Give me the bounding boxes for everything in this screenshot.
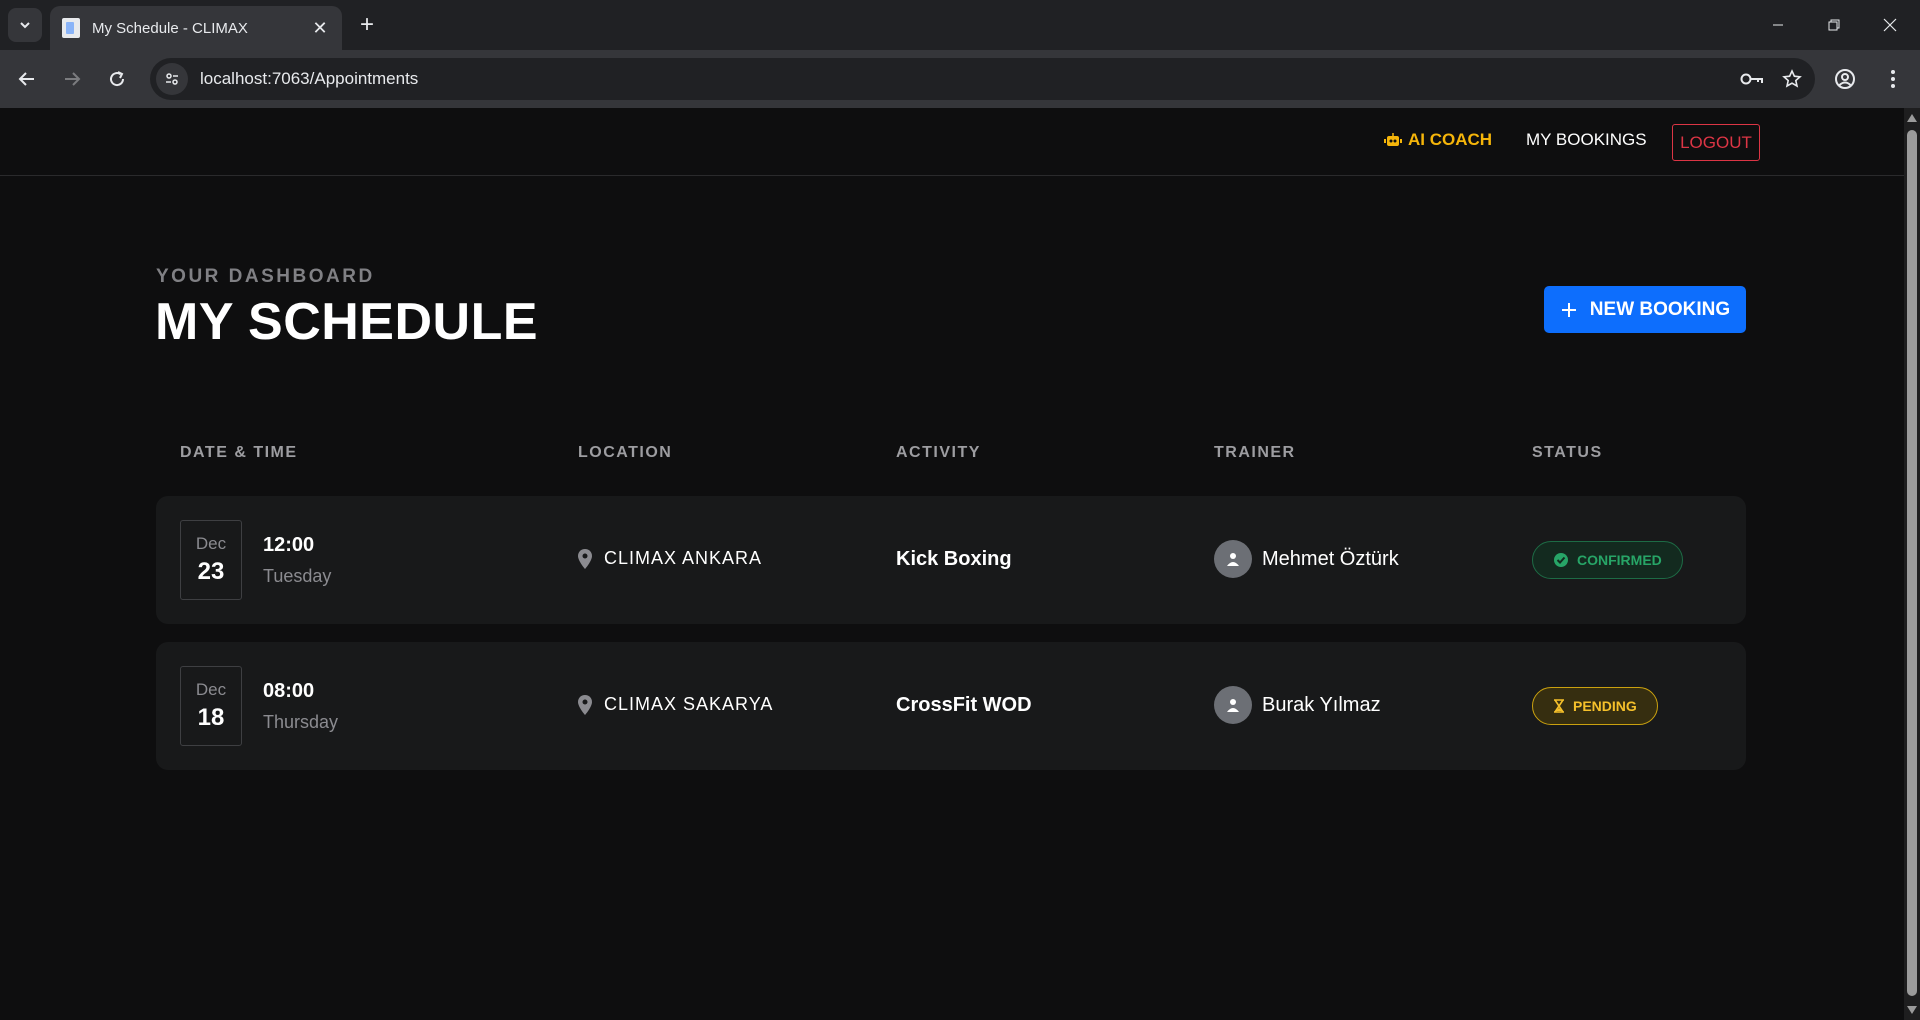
address-bar[interactable]: localhost:7063/Appointments xyxy=(150,58,1815,100)
nav-my-bookings[interactable]: MY BOOKINGS xyxy=(1526,130,1647,150)
more-vert-icon xyxy=(1891,70,1895,88)
status-label: CONFIRMED xyxy=(1577,552,1662,568)
hourglass-icon xyxy=(1554,699,1564,713)
forward-button[interactable] xyxy=(55,62,89,96)
favicon-icon xyxy=(62,18,80,38)
browser-tab-active[interactable]: My Schedule - CLIMAX ✕ xyxy=(50,6,342,50)
status-label: PENDING xyxy=(1573,698,1637,714)
appointment-activity: Kick Boxing xyxy=(896,548,1012,570)
appointment-location: CLIMAX ANKARA xyxy=(578,548,762,569)
logout-button[interactable]: LOGOUT xyxy=(1672,124,1760,161)
trainer-avatar xyxy=(1214,686,1252,724)
star-icon xyxy=(1782,69,1802,88)
page-title: MY SCHEDULE xyxy=(155,293,539,351)
trainer-name: Mehmet Öztürk xyxy=(1262,547,1399,570)
appointment-row[interactable]: Dec 18 08:00 Thursday CLIMAX SAKARYA Cro… xyxy=(156,642,1746,770)
restore-icon xyxy=(1828,19,1840,31)
location-label: CLIMAX SAKARYA xyxy=(604,694,774,714)
back-button[interactable] xyxy=(10,62,44,96)
site-info-button[interactable] xyxy=(156,63,188,95)
map-pin-icon xyxy=(578,694,592,715)
appointment-location: CLIMAX SAKARYA xyxy=(578,694,773,715)
close-window-button[interactable] xyxy=(1862,0,1918,50)
arrow-left-icon xyxy=(18,72,34,86)
close-icon xyxy=(1883,18,1897,32)
minimize-icon xyxy=(1773,24,1783,26)
nav-ai-coach-label: AI COACH xyxy=(1408,130,1493,149)
column-header-trainer: TRAINER xyxy=(1214,444,1296,461)
appointment-weekday: Tuesday xyxy=(263,566,332,586)
new-tab-button[interactable]: + xyxy=(352,10,382,40)
column-header-date: DATE & TIME xyxy=(180,444,298,461)
browser-menu-button[interactable] xyxy=(1876,62,1910,96)
trainer-name: Burak Yılmaz xyxy=(1262,693,1381,716)
url-text[interactable]: localhost:7063/Appointments xyxy=(200,69,1735,89)
scroll-down-arrow[interactable] xyxy=(1907,1006,1917,1014)
password-key-button[interactable] xyxy=(1735,62,1769,96)
minimize-button[interactable] xyxy=(1750,0,1806,50)
date-badge: Dec 18 xyxy=(180,666,242,746)
browser-tabstrip: My Schedule - CLIMAX ✕ + xyxy=(0,0,1920,50)
new-booking-label: NEW BOOKING xyxy=(1589,298,1731,320)
map-pin-icon xyxy=(578,548,592,569)
site-navbar: AI COACH MY BOOKINGS LOGOUT xyxy=(0,108,1904,176)
robot-icon xyxy=(1384,133,1402,146)
column-header-location: LOCATION xyxy=(578,444,673,461)
nav-ai-coach[interactable]: AI COACH xyxy=(1384,130,1492,150)
status-badge: CONFIRMED xyxy=(1532,541,1683,579)
trainer-avatar xyxy=(1214,540,1252,578)
user-icon xyxy=(1227,553,1239,566)
user-icon xyxy=(1227,699,1239,712)
browser-toolbar: localhost:7063/Appointments xyxy=(0,50,1920,108)
scroll-thumb[interactable] xyxy=(1907,130,1917,996)
bookmark-button[interactable] xyxy=(1775,62,1809,96)
key-icon xyxy=(1740,73,1763,85)
column-header-status: STATUS xyxy=(1532,444,1603,461)
appointment-trainer: Mehmet Öztürk xyxy=(1214,540,1399,578)
appointment-trainer: Burak Yılmaz xyxy=(1214,686,1381,724)
date-month: Dec xyxy=(195,534,227,553)
reload-icon xyxy=(110,71,125,87)
date-day: 23 xyxy=(197,558,225,585)
new-booking-button[interactable]: NEW BOOKING xyxy=(1544,286,1746,333)
appointment-weekday: Thursday xyxy=(263,712,339,732)
restore-button[interactable] xyxy=(1806,0,1862,50)
reload-button[interactable] xyxy=(100,62,134,96)
date-day: 18 xyxy=(197,704,225,731)
appointment-row[interactable]: Dec 23 12:00 Tuesday CLIMAX ANKARA Kick … xyxy=(156,496,1746,624)
location-label: CLIMAX ANKARA xyxy=(604,548,763,568)
check-circle-icon xyxy=(1554,553,1568,567)
account-circle-icon xyxy=(1835,69,1855,89)
column-header-activity: ACTIVITY xyxy=(896,444,981,461)
status-badge: PENDING xyxy=(1532,687,1658,725)
tab-title: My Schedule - CLIMAX xyxy=(92,19,248,37)
page-eyebrow: YOUR DASHBOARD xyxy=(156,266,375,287)
tab-close-icon[interactable]: ✕ xyxy=(310,18,330,38)
appointment-activity: CrossFit WOD xyxy=(896,694,1032,716)
chevron-down-icon xyxy=(20,22,30,29)
date-badge: Dec 23 xyxy=(180,520,242,600)
arrow-right-icon xyxy=(65,72,81,86)
profile-button[interactable] xyxy=(1828,62,1862,96)
plus-icon xyxy=(1561,302,1576,317)
page-content: AI COACH MY BOOKINGS LOGOUT YOUR DASHBOA… xyxy=(0,108,1904,1020)
appointment-time: 12:00 xyxy=(263,534,315,556)
scroll-up-arrow[interactable] xyxy=(1907,114,1917,122)
tab-search-button[interactable] xyxy=(8,8,42,42)
page-scrollbar[interactable] xyxy=(1904,108,1920,1020)
appointment-time: 08:00 xyxy=(263,680,315,702)
date-month: Dec xyxy=(195,680,227,699)
tune-icon xyxy=(166,73,178,85)
